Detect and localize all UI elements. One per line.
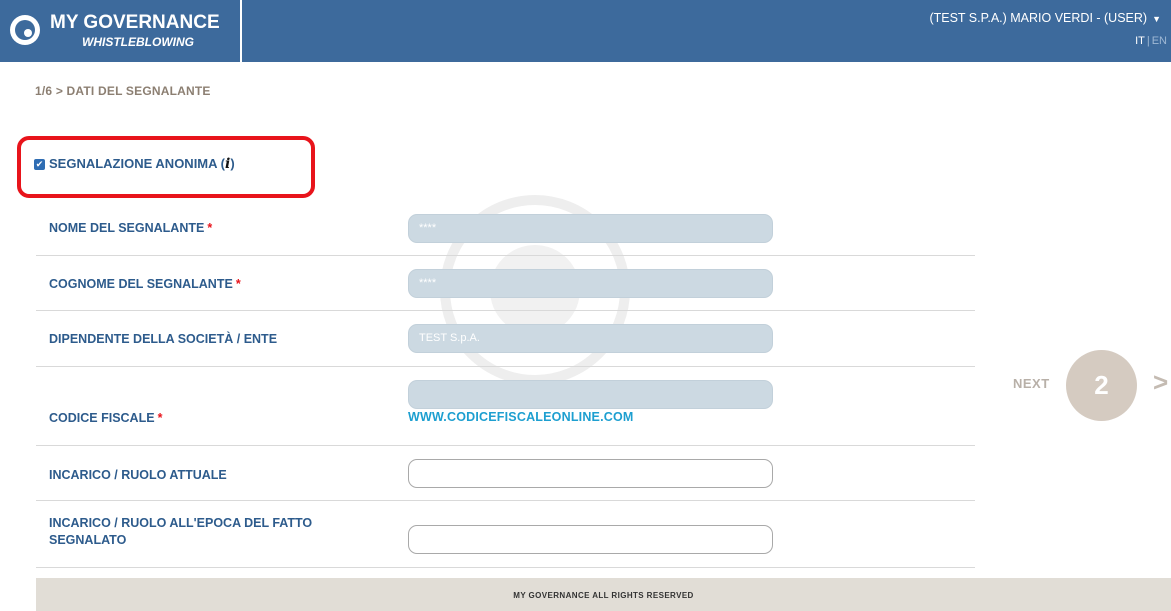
anonymous-label-close: ) — [230, 156, 235, 171]
field-label-incarico-epoca: INCARICO / RUOLO ALL'EPOCA DEL FATTO SEG… — [49, 516, 313, 547]
logo-icon — [10, 15, 40, 45]
required-mark: * — [207, 221, 213, 235]
form-row-nome: NOME DEL SEGNALANTE * **** — [36, 200, 975, 256]
footer: MY GOVERNANCE ALL RIGHTS RESERVED — [36, 578, 1171, 611]
next-step-button[interactable]: 2 — [1066, 350, 1137, 421]
dipendente-value: TEST S.p.A. — [419, 332, 480, 344]
lang-en-link[interactable]: EN — [1152, 35, 1167, 47]
cognome-value: **** — [419, 277, 437, 289]
next-label[interactable]: NEXT — [1013, 376, 1050, 391]
nome-input[interactable]: **** — [408, 214, 773, 243]
footer-text: MY GOVERNANCE ALL RIGHTS RESERVED — [513, 591, 694, 600]
required-mark: * — [235, 277, 241, 291]
anonymous-checkbox[interactable]: ✔ — [34, 159, 45, 170]
form-row-incarico-attuale: INCARICO / RUOLO ATTUALE — [36, 446, 975, 501]
form-row-codice-fiscale: CODICE FISCALE * WWW.CODICEFISCALEONLINE.… — [36, 367, 975, 446]
app-subtitle: WHISTLEBLOWING — [82, 35, 194, 49]
codice-fiscale-link[interactable]: WWW.CODICEFISCALEONLINE.COM — [408, 410, 634, 424]
top-header: MY GOVERNANCE WHISTLEBLOWING (TEST S.P.A… — [0, 0, 1171, 62]
chevron-down-icon: ▼ — [1152, 14, 1161, 24]
user-label: (TEST S.P.A.) MARIO VERDI - (USER) — [929, 11, 1148, 25]
form-row-cognome: COGNOME DEL SEGNALANTE * **** — [36, 256, 975, 311]
required-mark: * — [157, 411, 163, 425]
incarico-epoca-input[interactable] — [408, 525, 773, 554]
anonymous-label-text: SEGNALAZIONE ANONIMA ( — [49, 156, 225, 171]
field-label-cognome: COGNOME DEL SEGNALANTE * — [49, 277, 241, 291]
breadcrumb: 1/6 > DATI DEL SEGNALANTE — [35, 84, 211, 98]
dipendente-input[interactable]: TEST S.p.A. — [408, 324, 773, 353]
lang-separator: | — [1146, 35, 1150, 47]
language-switcher: IT | EN — [1135, 35, 1167, 47]
form-row-incarico-epoca: INCARICO / RUOLO ALL'EPOCA DEL FATTO SEG… — [36, 501, 975, 568]
cognome-input[interactable]: **** — [408, 269, 773, 298]
codice-fiscale-input[interactable] — [408, 380, 773, 409]
nome-value: **** — [419, 222, 437, 234]
lang-it-link[interactable]: IT — [1135, 35, 1145, 47]
field-label-incarico-attuale: INCARICO / RUOLO ATTUALE — [49, 468, 227, 482]
form-row-dipendente: DIPENDENTE DELLA SOCIETÀ / ENTE TEST S.p… — [36, 311, 975, 367]
app-logo[interactable]: MY GOVERNANCE WHISTLEBLOWING — [0, 0, 242, 62]
anonymous-label: SEGNALAZIONE ANONIMA (i) — [49, 156, 235, 172]
field-label-dipendente: DIPENDENTE DELLA SOCIETÀ / ENTE — [49, 332, 278, 346]
user-menu[interactable]: (TEST S.P.A.) MARIO VERDI - (USER) ▼ — [929, 11, 1161, 25]
next-arrow-icon[interactable]: > — [1153, 367, 1168, 398]
app-title: MY GOVERNANCE — [50, 12, 220, 33]
field-label-codice-fiscale: CODICE FISCALE * — [49, 411, 163, 425]
incarico-attuale-input[interactable] — [408, 459, 773, 488]
field-label-nome: NOME DEL SEGNALANTE * — [49, 221, 213, 235]
